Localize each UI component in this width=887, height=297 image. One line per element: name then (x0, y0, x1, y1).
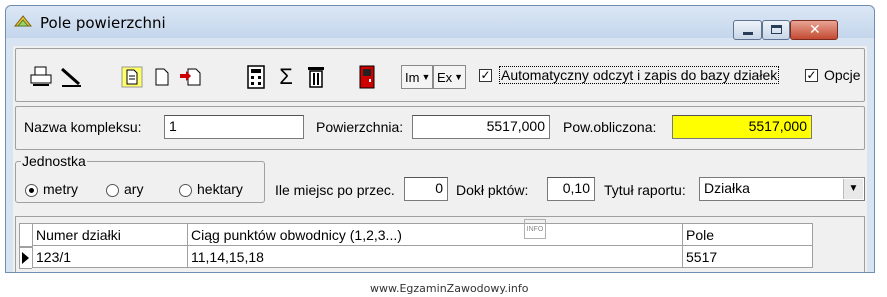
import-label: Im (405, 69, 420, 85)
row-indicator-icon (19, 247, 32, 269)
blank-page-icon (155, 68, 169, 86)
column-header[interactable]: Ciąg punktów obwodnicy (1,2,3...) (187, 223, 683, 246)
dropdown-arrow-icon: ▼ (421, 72, 431, 82)
sum-button[interactable]: Σ (271, 62, 301, 92)
trash-icon (308, 67, 324, 88)
column-header[interactable]: Pole (682, 223, 813, 246)
close-icon: ✕ (809, 21, 821, 37)
print-button[interactable] (26, 62, 56, 92)
calculator-button[interactable] (241, 62, 271, 92)
maximize-icon (771, 25, 782, 34)
column-header[interactable]: Numer działki (32, 223, 188, 246)
unit-label-ary[interactable]: ary (124, 181, 143, 197)
unit-radio-metry[interactable] (25, 184, 38, 197)
precision-input[interactable]: 0,10 (547, 177, 595, 201)
table-cell[interactable]: 123/1 (32, 245, 188, 268)
parcel-table: Numer działki Ciąg punktów obwodnicy (1,… (32, 223, 813, 268)
dropdown-arrow-icon: ▼ (454, 72, 464, 82)
table-header-row: Numer działki Ciąg punktów obwodnicy (1,… (32, 223, 813, 246)
calc-area-label: Pow.obliczona: (563, 119, 657, 135)
table-row[interactable]: 123/1 11,14,15,18 5517 (32, 245, 813, 268)
export-label: Ex (437, 69, 453, 85)
unit-group: Jednostka metry ary hektary (15, 153, 265, 203)
complex-panel: Nazwa kompleksu: 1 Powierzchnia: 5517,00… (15, 106, 865, 150)
area-input[interactable]: 5517,000 (412, 115, 550, 139)
unit-group-title: Jednostka (21, 153, 87, 169)
maximize-button[interactable] (762, 20, 790, 40)
decimals-input[interactable]: 0 (404, 177, 448, 201)
parcel-grid: Numer działki Ciąg punktów obwodnicy (1,… (15, 216, 865, 272)
minimize-icon (743, 32, 753, 35)
sum-icon: Σ (279, 64, 293, 89)
complex-name-input[interactable]: 1 (164, 115, 304, 139)
report-title-select[interactable]: Działka ▼ (699, 177, 865, 201)
toolbar: Σ Im ▼ Ex ▼ ✓ Automatyczny odczyt i zapi… (15, 48, 865, 102)
window-title: Pole powierzchni (40, 14, 166, 32)
options-checkbox[interactable]: ✓ (805, 69, 818, 82)
table-cell[interactable]: 11,14,15,18 (187, 245, 683, 268)
pencil-icon (61, 67, 81, 87)
exit-door-icon (359, 65, 375, 89)
unit-label-hektary[interactable]: hektary (197, 181, 243, 197)
report-title-label: Tytuł raportu: (604, 182, 686, 198)
edit-button[interactable] (56, 62, 86, 92)
unit-label-metry[interactable]: metry (43, 181, 78, 197)
report-title-value: Działka (704, 180, 750, 196)
new-document-button[interactable] (117, 62, 147, 92)
info-icon: INFO (524, 219, 546, 239)
document-icon (121, 66, 143, 88)
import-dropdown[interactable]: Im ▼ (401, 65, 433, 89)
grid-corner (19, 223, 32, 247)
unit-radio-hektary[interactable] (179, 184, 192, 197)
calc-area-field: 5517,000 (672, 115, 812, 139)
export-dropdown[interactable]: Ex ▼ (433, 65, 466, 89)
application-window: Pole powierzchni ✕ Σ Im ▼ Ex ▼ ✓ Automat… (5, 5, 875, 273)
close-button[interactable]: ✕ (790, 20, 838, 40)
auto-save-checkbox[interactable]: ✓ (479, 69, 492, 82)
table-cell[interactable]: 5517 (682, 245, 813, 268)
auto-save-label[interactable]: Automatyczny odczyt i zapis do bazy dzia… (498, 66, 780, 84)
unit-radio-ary[interactable] (106, 184, 119, 197)
decimals-label: Ile miejsc po przec. (275, 182, 395, 198)
minimize-button[interactable] (733, 20, 762, 40)
printer-icon (30, 66, 52, 86)
append-document-button[interactable] (177, 62, 207, 92)
client-area: Σ Im ▼ Ex ▼ ✓ Automatyczny odczyt i zapi… (13, 46, 867, 272)
dropdown-arrow-icon[interactable]: ▼ (843, 179, 863, 199)
insert-page-icon (180, 68, 201, 86)
area-label: Powierzchnia: (316, 119, 404, 135)
delete-button[interactable] (301, 62, 331, 92)
app-icon (14, 15, 32, 27)
options-label[interactable]: Opcje (824, 67, 861, 83)
complex-name-label: Nazwa kompleksu: (24, 119, 142, 135)
precision-label: Dokł pktów: (456, 182, 529, 198)
exit-button[interactable] (352, 62, 382, 92)
calculator-icon (247, 65, 265, 89)
footer-watermark: www.EgzaminZawodowy.info (370, 282, 529, 295)
blank-document-button[interactable] (147, 62, 177, 92)
